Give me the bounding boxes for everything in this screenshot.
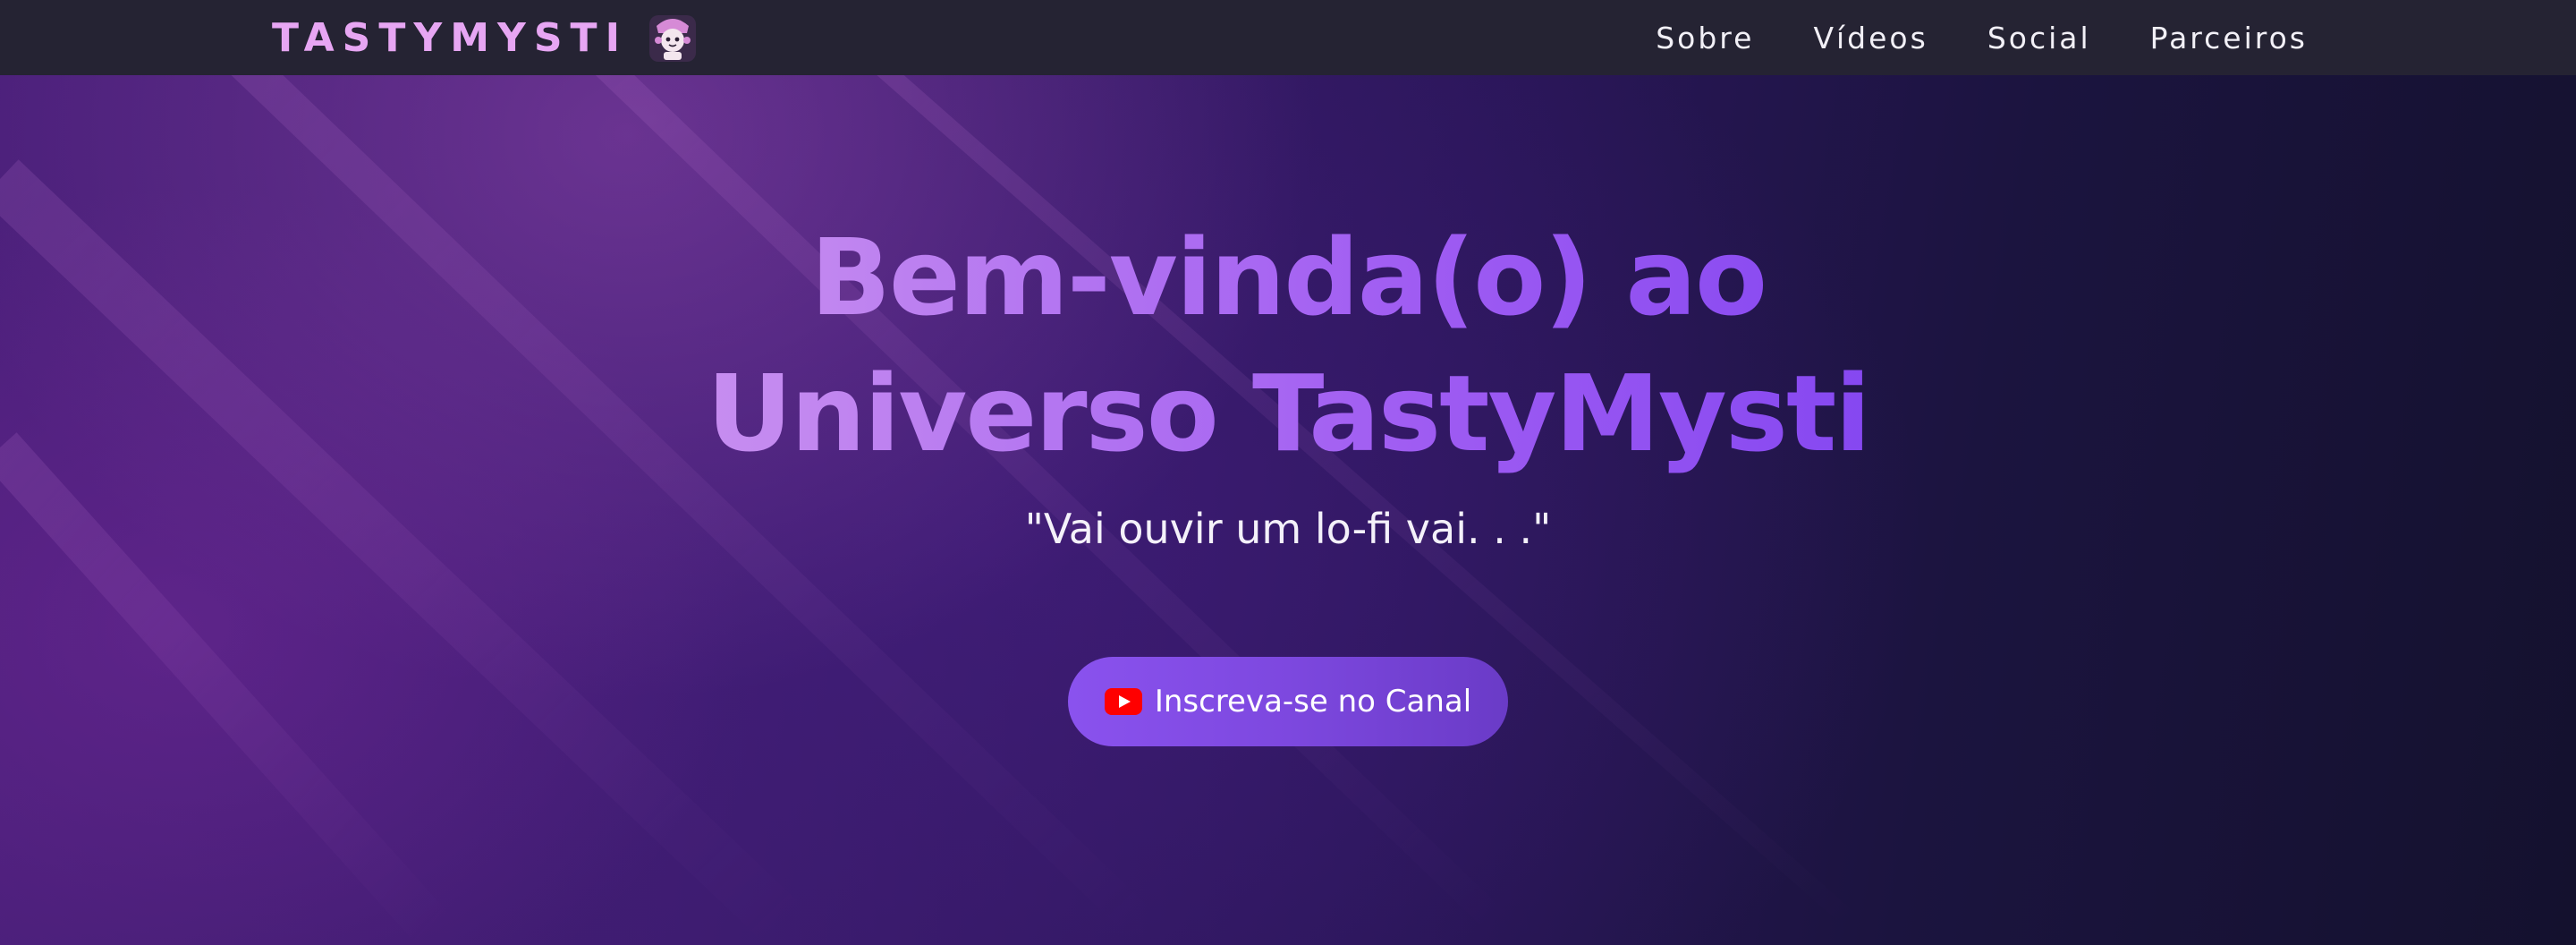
hero-title-line-1: Bem-vinda(o) ao <box>809 216 1767 339</box>
navbar: TASTYMYSTI Sobre Vídeos Social Parceiros <box>0 0 2576 75</box>
hero-subtitle: "Vai ouvir um lo-fi vai. . ." <box>1024 505 1552 553</box>
subscribe-button-label: Inscreva-se no Canal <box>1154 684 1472 719</box>
hero-title-line-2: Universo TastyMysti <box>707 352 1869 475</box>
subscribe-channel-button[interactable]: Inscreva-se no Canal <box>1068 657 1508 746</box>
nav-links: Sobre Vídeos Social Parceiros <box>1656 21 2308 55</box>
brand[interactable]: TASTYMYSTI <box>272 10 698 65</box>
nav-link-videos[interactable]: Vídeos <box>1813 21 1928 55</box>
youtube-icon <box>1104 688 1142 715</box>
nav-link-parceiros[interactable]: Parceiros <box>2150 21 2308 55</box>
nav-link-sobre[interactable]: Sobre <box>1656 21 1754 55</box>
nav-link-social[interactable]: Social <box>1987 21 2091 55</box>
mascot-logo-icon <box>648 15 696 62</box>
brand-name[interactable]: TASTYMYSTI <box>272 15 628 61</box>
hero-section: Bem-vinda(o) ao Universo TastyMysti "Vai… <box>0 75 2576 945</box>
page: TASTYMYSTI Sobre Vídeos Social Parceiros… <box>0 0 2576 945</box>
hero-title: Bem-vinda(o) ao Universo TastyMysti <box>0 209 2576 481</box>
